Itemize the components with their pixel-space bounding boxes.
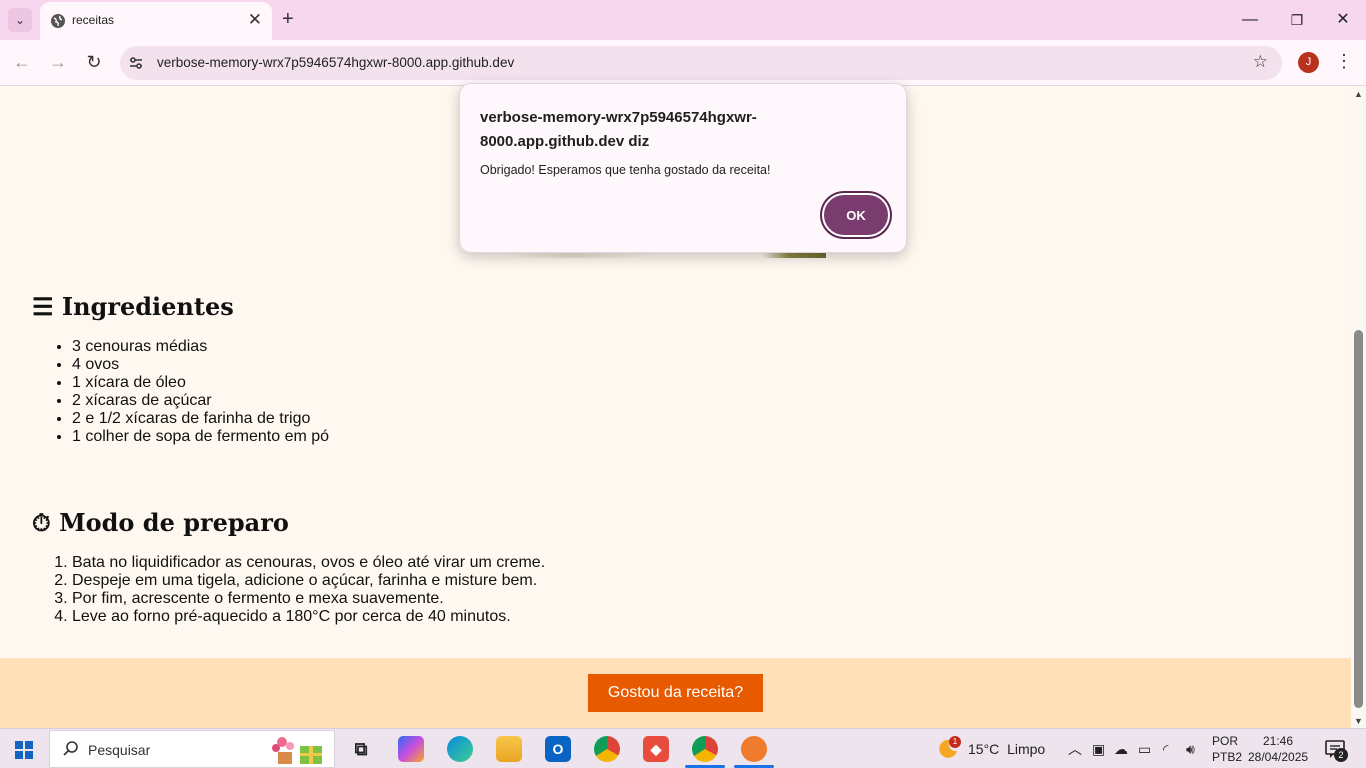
back-icon[interactable]: ← xyxy=(11,52,33,72)
url-text: verbose-memory-wrx7p5946574hgxwr-8000.ap… xyxy=(157,55,515,70)
meet-icon[interactable]: ▣ xyxy=(1092,739,1105,759)
restore-icon[interactable]: ❐ xyxy=(1287,10,1307,30)
profile-avatar[interactable]: J xyxy=(1298,52,1319,73)
ingredient-item: 4 ovos xyxy=(72,356,329,374)
weather-badge: 1 xyxy=(949,736,961,748)
more-menu-icon[interactable]: ⋮ xyxy=(1335,50,1353,72)
clock-date: 28/04/2025 xyxy=(1248,750,1309,764)
tab-title: receitas xyxy=(72,13,115,27)
chevron-down-icon: ⌄ xyxy=(14,13,26,27)
weather-temp: 15°C xyxy=(968,741,1000,757)
file-explorer-icon[interactable] xyxy=(496,736,522,762)
method-heading: ⏱ Modo de preparo xyxy=(32,508,289,537)
flowers-gift-icon xyxy=(272,737,322,764)
close-window-icon[interactable]: ✕ xyxy=(1333,10,1353,30)
ingredients-list: 3 cenouras médias 4 ovos 1 xícara de óle… xyxy=(72,338,329,446)
close-tab-icon[interactable]: ✕ xyxy=(248,10,262,30)
weather-desc: Limpo xyxy=(1007,741,1046,757)
step-item: Bata no liquidificador as cenouras, ovos… xyxy=(72,554,545,572)
cloud-icon[interactable]: ☁ xyxy=(1114,739,1128,759)
reload-icon[interactable]: ↻ xyxy=(83,52,105,72)
ingredients-heading: ☰ Ingredientes xyxy=(32,292,234,321)
clock-time: 21:46 xyxy=(1262,734,1294,748)
liked-recipe-button[interactable]: Gostou da receita? xyxy=(588,674,763,712)
edge-icon[interactable] xyxy=(447,736,473,762)
lang-code: POR xyxy=(1212,734,1239,748)
page-footer: Gostou da receita? xyxy=(0,658,1351,728)
task-view-icon[interactable]: ⧉ xyxy=(348,736,374,762)
notification-badge: 2 xyxy=(1334,748,1348,762)
step-item: Leve ao forno pré-aquecido a 180°C por c… xyxy=(72,608,545,626)
chrome-profile-icon[interactable] xyxy=(692,736,718,762)
ingredient-item: 1 colher de sopa de fermento em pó xyxy=(72,428,329,446)
chevron-up-icon[interactable]: ︿ xyxy=(1068,739,1082,759)
weather-text[interactable]: 15°C Limpo xyxy=(968,741,1045,757)
browser-tab[interactable]: receitas ✕ xyxy=(40,2,272,40)
steps-list: Bata no liquidificador as cenouras, ovos… xyxy=(72,554,545,626)
git-app-icon[interactable]: ◆ xyxy=(643,736,669,762)
search-icon xyxy=(63,741,78,756)
keyboard-layout: PTB2 xyxy=(1212,750,1243,764)
globe-icon xyxy=(51,14,65,28)
minimize-icon[interactable]: — xyxy=(1240,10,1260,30)
ingredient-item: 1 xícara de óleo xyxy=(72,374,329,392)
scroll-down-icon[interactable]: ▼ xyxy=(1354,716,1363,726)
alert-dialog: verbose-memory-wrx7p5946574hgxwr-8000.ap… xyxy=(459,83,907,253)
step-item: Por fim, acrescente o fermento e mexa su… xyxy=(72,590,545,608)
volume-icon[interactable]: 🔊︎ xyxy=(1186,739,1195,759)
language-indicator[interactable]: POR PTB2 xyxy=(1212,733,1242,765)
taskbar-search[interactable]: Pesquisar xyxy=(49,730,335,768)
windows-start-icon[interactable] xyxy=(15,741,33,759)
page-scrollbar[interactable]: ▲ ▼ xyxy=(1351,87,1366,728)
scrollbar-thumb[interactable] xyxy=(1354,330,1363,708)
search-placeholder: Pesquisar xyxy=(88,742,151,758)
chrome-icon[interactable] xyxy=(594,736,620,762)
system-clock[interactable]: 21:46 28/04/2025 xyxy=(1248,733,1308,765)
browser-toolbar: ← → ↻ verbose-memory-wrx7p5946574hgxwr-8… xyxy=(0,40,1366,86)
battery-icon[interactable]: ▭ xyxy=(1138,739,1151,759)
dialog-message: Obrigado! Esperamos que tenha gostado da… xyxy=(480,163,771,177)
step-item: Despeje em uma tigela, adicione o açúcar… xyxy=(72,572,545,590)
wifi-icon[interactable]: ◜ xyxy=(1163,739,1168,759)
forward-icon[interactable]: → xyxy=(47,52,69,72)
ingredient-item: 3 cenouras médias xyxy=(72,338,329,356)
new-tab-icon[interactable]: + xyxy=(282,8,294,30)
windows-taskbar: Pesquisar ⧉ O ◆ 1 15°C Limpo ︿ ▣ ☁ ▭ ◜ 🔊… xyxy=(0,728,1366,768)
scroll-up-icon[interactable]: ▲ xyxy=(1354,89,1363,99)
dialog-title: verbose-memory-wrx7p5946574hgxwr-8000.ap… xyxy=(480,109,757,150)
address-bar[interactable]: verbose-memory-wrx7p5946574hgxwr-8000.ap… xyxy=(120,46,1282,80)
tab-search-button[interactable]: ⌄ xyxy=(8,8,32,32)
ingredient-item: 2 xícaras de açúcar xyxy=(72,392,329,410)
outlook-icon[interactable]: O xyxy=(545,736,571,762)
copilot-icon[interactable] xyxy=(398,736,424,762)
app-icon[interactable] xyxy=(741,736,767,762)
ok-button[interactable]: OK xyxy=(822,193,890,237)
ingredient-item: 2 e 1/2 xícaras de farinha de trigo xyxy=(72,410,329,428)
site-info-icon[interactable] xyxy=(128,55,144,71)
bookmark-star-icon[interactable]: ☆ xyxy=(1253,52,1268,72)
browser-tab-strip: ⌄ receitas ✕ + — ❐ ✕ xyxy=(0,0,1366,40)
